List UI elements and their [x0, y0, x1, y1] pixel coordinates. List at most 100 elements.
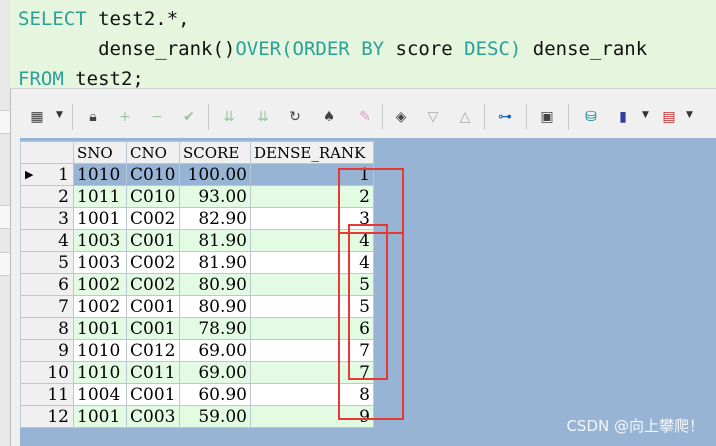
cell-sno[interactable]: 1010 [73, 339, 127, 362]
save-icon[interactable]: ▣ [536, 106, 558, 128]
table-row[interactable]: 8 1001 C001 78.90 6 [20, 317, 374, 340]
cell-score[interactable]: 82.90 [179, 207, 251, 230]
result-table: SNO CNO SCORE DENSE_RANK ▶ 1 1010 C010 100.0… [20, 141, 374, 428]
cell-sno[interactable]: 1001 [73, 207, 127, 230]
cell-cno[interactable]: C011 [126, 361, 180, 384]
cell-cno[interactable]: C010 [126, 185, 180, 208]
cell-sno[interactable]: 1011 [73, 185, 127, 208]
cell-cno[interactable]: C002 [126, 273, 180, 296]
row-number-label: 8 [58, 318, 69, 339]
cell-sno[interactable]: 1004 [73, 383, 127, 406]
table-name: test2; [63, 68, 144, 90]
sort-asc-icon[interactable]: ▽ [422, 106, 444, 128]
cell-score[interactable]: 93.00 [179, 185, 251, 208]
chart-dropdown-icon[interactable]: ▼ [642, 110, 649, 120]
cell-sno[interactable]: 1003 [73, 251, 127, 274]
cell-score[interactable]: 60.90 [179, 383, 251, 406]
cell-score[interactable]: 81.90 [179, 251, 251, 274]
sql-code[interactable]: SELECT test2.*, dense_rank()OVER(ORDER B… [18, 4, 647, 94]
cell-cno[interactable]: C001 [126, 229, 180, 252]
grid-options-icon[interactable]: ▤ [658, 106, 680, 128]
cell-cno[interactable]: C001 [126, 383, 180, 406]
grid-options-dropdown-icon[interactable]: ▼ [686, 110, 693, 120]
query-icon[interactable]: ◈ [390, 106, 412, 128]
cell-sno[interactable]: 1001 [73, 405, 127, 428]
cell-sno[interactable]: 1002 [73, 273, 127, 296]
cell-sno[interactable]: 1003 [73, 229, 127, 252]
cell-cno[interactable]: C003 [126, 405, 180, 428]
cell-cno[interactable]: C002 [126, 251, 180, 274]
sort-desc-icon[interactable]: △ [454, 106, 476, 128]
table-row[interactable]: 12 1001 C003 59.00 9 [20, 405, 374, 428]
cell-cno[interactable]: C010 [126, 163, 180, 186]
watermark: CSDN @向上攀爬！ [566, 417, 704, 435]
refresh-icon[interactable]: ↻ [284, 106, 306, 128]
column-header-cno[interactable]: CNO [126, 141, 180, 164]
first-record-icon[interactable]: ⇊ [218, 106, 240, 128]
table-row[interactable]: 2 1011 C010 93.00 2 [20, 185, 374, 208]
cell-cno[interactable]: C001 [126, 295, 180, 318]
result-grid[interactable]: SNO CNO SCORE DENSE_RANK ▶ 1 1010 C010 100.0… [20, 138, 716, 446]
column-header-score[interactable]: SCORE [179, 141, 251, 164]
cell-cno[interactable]: C002 [126, 207, 180, 230]
lock-icon[interactable]: 🔒︎ [82, 106, 104, 128]
cell-sno[interactable]: 1001 [73, 317, 127, 340]
row-number[interactable]: 6 [20, 273, 74, 296]
row-number[interactable]: 12 [20, 405, 74, 428]
chart-icon[interactable]: ▮ [612, 106, 634, 128]
table-row[interactable]: 4 1003 C001 81.90 4 [20, 229, 374, 252]
cell-score[interactable]: 59.00 [179, 405, 251, 428]
row-number[interactable]: 11 [20, 383, 74, 406]
cell-score[interactable]: 69.00 [179, 361, 251, 384]
table-row[interactable]: 3 1001 C002 82.90 3 [20, 207, 374, 230]
row-number[interactable]: 9 [20, 339, 74, 362]
row-number[interactable]: ▶ 1 [20, 163, 74, 186]
order-column: score [384, 38, 465, 60]
column-header-sno[interactable]: SNO [73, 141, 127, 164]
table-row[interactable]: 11 1004 C001 60.90 8 [20, 383, 374, 406]
cell-score[interactable]: 69.00 [179, 339, 251, 362]
row-number-label: 11 [47, 384, 69, 405]
sql-editor[interactable]: SELECT test2.*, dense_rank()OVER(ORDER B… [10, 0, 716, 90]
cell-sno[interactable]: 1002 [73, 295, 127, 318]
table-row[interactable]: 10 1010 C011 69.00 7 [20, 361, 374, 384]
row-number[interactable]: 7 [20, 295, 74, 318]
delete-record-icon[interactable]: − [146, 106, 168, 128]
post-edit-icon[interactable]: ✔ [178, 106, 200, 128]
cell-score[interactable]: 100.00 [179, 163, 251, 186]
dropdown-arrow-icon[interactable]: ▼ [56, 110, 63, 120]
cell-cno[interactable]: C001 [126, 317, 180, 340]
row-number-label: 6 [58, 274, 69, 295]
column-header-dense-rank[interactable]: DENSE_RANK [250, 141, 374, 164]
table-row[interactable]: 6 1002 C002 80.90 5 [20, 273, 374, 296]
toolbar-separator [208, 104, 209, 130]
add-record-icon[interactable]: + [114, 106, 136, 128]
cell-sno[interactable]: 1010 [73, 163, 127, 186]
tree-icon[interactable]: ⊶ [494, 106, 516, 128]
find-icon[interactable]: ♠ [318, 106, 340, 128]
cell-score[interactable]: 78.90 [179, 317, 251, 340]
row-number[interactable]: 8 [20, 317, 74, 340]
cell-score[interactable]: 80.90 [179, 273, 251, 296]
last-record-icon[interactable]: ⇊ [252, 106, 274, 128]
cell-score[interactable]: 81.90 [179, 229, 251, 252]
row-number[interactable]: 10 [20, 361, 74, 384]
grid-corner[interactable] [20, 141, 74, 164]
cell-sno[interactable]: 1010 [73, 361, 127, 384]
table-row[interactable]: ▶ 1 1010 C010 100.00 1 [20, 163, 374, 186]
table-row[interactable]: 5 1003 C002 81.90 4 [20, 251, 374, 274]
row-number-label: 5 [58, 252, 69, 273]
row-number[interactable]: 2 [20, 185, 74, 208]
row-number[interactable]: 4 [20, 229, 74, 252]
grid-view-icon[interactable]: ▦ [26, 106, 48, 128]
cell-cno[interactable]: C012 [126, 339, 180, 362]
row-number[interactable]: 3 [20, 207, 74, 230]
row-number[interactable]: 5 [20, 251, 74, 274]
export-icon[interactable]: ⛁ [580, 106, 602, 128]
table-row[interactable]: 7 1002 C001 80.90 5 [20, 295, 374, 318]
toolbar-separator [382, 104, 383, 130]
table-row[interactable]: 9 1010 C012 69.00 7 [20, 339, 374, 362]
cell-score[interactable]: 80.90 [179, 295, 251, 318]
clear-icon[interactable]: ✎ [354, 106, 376, 128]
